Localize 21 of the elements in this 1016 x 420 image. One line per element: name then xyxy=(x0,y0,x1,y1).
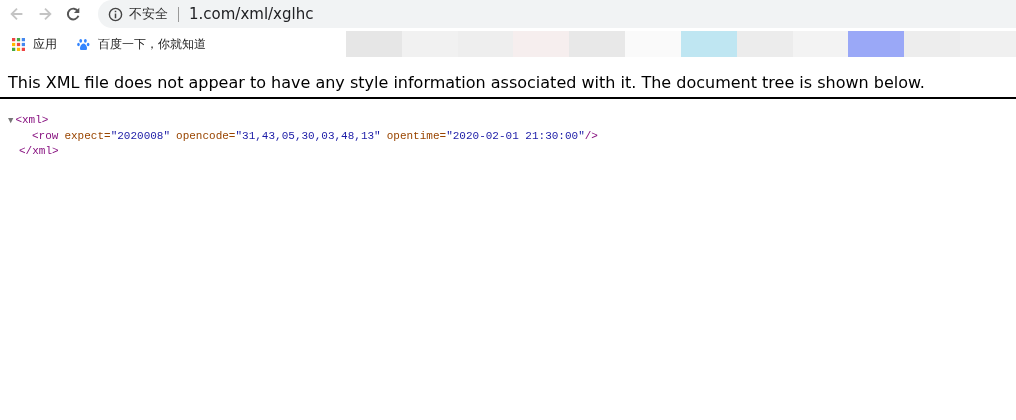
security-label: 不安全 xyxy=(129,5,168,23)
attribute-name: opencode= xyxy=(176,130,236,142)
apps-grid-icon xyxy=(12,37,25,51)
notice-text: This XML file does not appear to have any style information associated with it. The document tree is shown below. xyxy=(0,60,1016,99)
address-bar[interactable]: 不安全 1.com/xml/xglhc xyxy=(98,0,1016,28)
url-text[interactable]: 1.com/xml/xglhc xyxy=(189,5,314,23)
bookmark-item[interactable]: 百度一下，你就知道 xyxy=(98,35,206,53)
bookmark-item[interactable]: 应用 xyxy=(33,35,57,53)
attribute-value: "31,43,05,30,03,48,13" xyxy=(235,130,381,142)
xml-tag: </xml> xyxy=(19,145,59,157)
reload-icon[interactable] xyxy=(64,5,82,23)
xml-tag: <row xyxy=(32,130,59,142)
attribute-name: opentime= xyxy=(386,130,447,142)
attribute-value: "2020008" xyxy=(110,130,171,142)
collapse-toggle[interactable]: ▼ xyxy=(8,114,14,129)
attribute-name: expect= xyxy=(64,130,111,142)
xml-tag: /> xyxy=(584,130,598,142)
xml-tag: <xml> xyxy=(15,114,49,126)
attribute-value: "2020-02-01 21:30:00" xyxy=(446,130,585,142)
paw-icon xyxy=(77,37,90,51)
info-icon[interactable] xyxy=(108,6,123,22)
